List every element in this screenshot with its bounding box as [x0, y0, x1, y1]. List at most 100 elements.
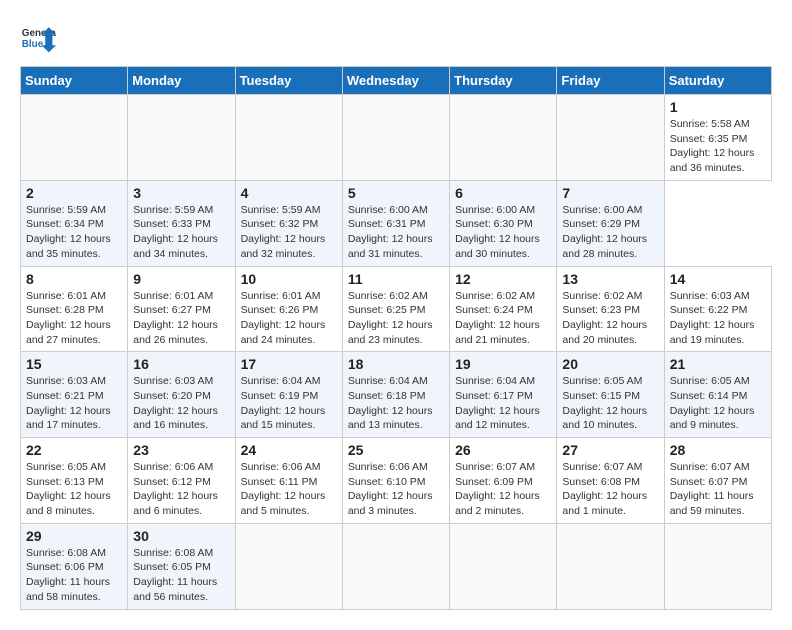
day-detail: Sunrise: 6:06 AMSunset: 6:10 PMDaylight:…	[348, 460, 444, 519]
header-friday: Friday	[557, 67, 664, 95]
day-number: 30	[133, 528, 229, 544]
day-detail: Sunrise: 6:05 AMSunset: 6:14 PMDaylight:…	[670, 374, 766, 433]
day-detail: Sunrise: 6:00 AMSunset: 6:29 PMDaylight:…	[562, 203, 658, 262]
header-thursday: Thursday	[450, 67, 557, 95]
day-cell-29: 29 Sunrise: 6:08 AMSunset: 6:06 PMDayligh…	[21, 523, 128, 609]
day-cell-25: 25Sunrise: 6:06 AMSunset: 6:10 PMDayligh…	[342, 438, 449, 524]
day-detail: Sunrise: 6:04 AMSunset: 6:19 PMDaylight:…	[241, 374, 337, 433]
day-number: 29	[26, 528, 122, 544]
day-detail: Sunrise: 6:03 AMSunset: 6:20 PMDaylight:…	[133, 374, 229, 433]
day-detail: Sunrise: 6:03 AMSunset: 6:22 PMDaylight:…	[670, 289, 766, 348]
empty-cell	[557, 523, 664, 609]
day-cell-5: 5 Sunrise: 6:00 AMSunset: 6:31 PMDaylight…	[342, 180, 449, 266]
day-cell-12: 12 Sunrise: 6:02 AMSunset: 6:24 PMDayligh…	[450, 266, 557, 352]
day-cell-30: 30Sunrise: 6:08 AMSunset: 6:05 PMDayligh…	[128, 523, 235, 609]
empty-cell	[235, 95, 342, 181]
day-number: 27	[562, 442, 658, 458]
day-number: 9	[133, 271, 229, 287]
day-cell-15: 15Sunrise: 6:03 AMSunset: 6:21 PMDayligh…	[21, 352, 128, 438]
day-cell-1: 1 Sunrise: 5:58 AMSunset: 6:35 PMDaylight…	[664, 95, 771, 181]
day-cell-13: 13Sunrise: 6:02 AMSunset: 6:23 PMDayligh…	[557, 266, 664, 352]
day-number: 26	[455, 442, 551, 458]
empty-cell	[450, 95, 557, 181]
day-number: 22	[26, 442, 122, 458]
empty-cell	[450, 523, 557, 609]
day-cell-18: 18 Sunrise: 6:04 AMSunset: 6:18 PMDayligh…	[342, 352, 449, 438]
day-cell-19: 19 Sunrise: 6:04 AMSunset: 6:17 PMDayligh…	[450, 352, 557, 438]
day-number: 1	[670, 99, 766, 115]
day-cell-14: 14 Sunrise: 6:03 AMSunset: 6:22 PMDayligh…	[664, 266, 771, 352]
day-number: 17	[241, 356, 337, 372]
day-cell-16: 16 Sunrise: 6:03 AMSunset: 6:20 PMDayligh…	[128, 352, 235, 438]
day-number: 7	[562, 185, 658, 201]
day-detail: Sunrise: 6:02 AMSunset: 6:25 PMDaylight:…	[348, 289, 444, 348]
day-cell-9: 9 Sunrise: 6:01 AMSunset: 6:27 PMDaylight…	[128, 266, 235, 352]
calendar-row: 1 Sunrise: 5:58 AMSunset: 6:35 PMDaylight…	[21, 95, 772, 181]
header-monday: Monday	[128, 67, 235, 95]
day-number: 4	[241, 185, 337, 201]
day-cell-22: 22 Sunrise: 6:05 AMSunset: 6:13 PMDayligh…	[21, 438, 128, 524]
day-cell-21: 21 Sunrise: 6:05 AMSunset: 6:14 PMDayligh…	[664, 352, 771, 438]
day-detail: Sunrise: 6:04 AMSunset: 6:17 PMDaylight:…	[455, 374, 551, 433]
day-number: 11	[348, 271, 444, 287]
logo: General Blue	[20, 20, 56, 56]
day-cell-6: 6Sunrise: 6:00 AMSunset: 6:30 PMDaylight…	[450, 180, 557, 266]
day-cell-27: 27 Sunrise: 6:07 AMSunset: 6:08 PMDayligh…	[557, 438, 664, 524]
day-number: 16	[133, 356, 229, 372]
day-detail: Sunrise: 6:01 AMSunset: 6:27 PMDaylight:…	[133, 289, 229, 348]
day-detail: Sunrise: 6:04 AMSunset: 6:18 PMDaylight:…	[348, 374, 444, 433]
day-number: 12	[455, 271, 551, 287]
day-detail: Sunrise: 6:06 AMSunset: 6:11 PMDaylight:…	[241, 460, 337, 519]
header-wednesday: Wednesday	[342, 67, 449, 95]
day-cell-4: 4 Sunrise: 5:59 AMSunset: 6:32 PMDaylight…	[235, 180, 342, 266]
day-detail: Sunrise: 6:07 AMSunset: 6:08 PMDaylight:…	[562, 460, 658, 519]
day-detail: Sunrise: 6:07 AMSunset: 6:09 PMDaylight:…	[455, 460, 551, 519]
day-cell-8: 8 Sunrise: 6:01 AMSunset: 6:28 PMDaylight…	[21, 266, 128, 352]
day-detail: Sunrise: 6:05 AMSunset: 6:13 PMDaylight:…	[26, 460, 122, 519]
day-cell-10: 10Sunrise: 6:01 AMSunset: 6:26 PMDayligh…	[235, 266, 342, 352]
day-cell-3: 3 Sunrise: 5:59 AMSunset: 6:33 PMDaylight…	[128, 180, 235, 266]
day-number: 23	[133, 442, 229, 458]
header-row: SundayMondayTuesdayWednesdayThursdayFrid…	[21, 67, 772, 95]
calendar-row: 15Sunrise: 6:03 AMSunset: 6:21 PMDayligh…	[21, 352, 772, 438]
calendar-row: 29 Sunrise: 6:08 AMSunset: 6:06 PMDayligh…	[21, 523, 772, 609]
day-detail: Sunrise: 6:00 AMSunset: 6:31 PMDaylight:…	[348, 203, 444, 262]
day-number: 24	[241, 442, 337, 458]
empty-cell	[21, 95, 128, 181]
day-detail: Sunrise: 6:08 AMSunset: 6:06 PMDaylight:…	[26, 546, 122, 605]
day-detail: Sunrise: 6:05 AMSunset: 6:15 PMDaylight:…	[562, 374, 658, 433]
page-header: General Blue	[20, 20, 772, 56]
day-cell-26: 26 Sunrise: 6:07 AMSunset: 6:09 PMDayligh…	[450, 438, 557, 524]
calendar-row: 2Sunrise: 5:59 AMSunset: 6:34 PMDaylight…	[21, 180, 772, 266]
day-number: 3	[133, 185, 229, 201]
empty-cell	[342, 95, 449, 181]
day-detail: Sunrise: 6:02 AMSunset: 6:24 PMDaylight:…	[455, 289, 551, 348]
calendar-row: 22 Sunrise: 6:05 AMSunset: 6:13 PMDayligh…	[21, 438, 772, 524]
header-saturday: Saturday	[664, 67, 771, 95]
day-detail: Sunrise: 6:06 AMSunset: 6:12 PMDaylight:…	[133, 460, 229, 519]
day-detail: Sunrise: 5:58 AMSunset: 6:35 PMDaylight:…	[670, 117, 766, 176]
day-detail: Sunrise: 5:59 AMSunset: 6:34 PMDaylight:…	[26, 203, 122, 262]
day-cell-28: 28Sunrise: 6:07 AMSunset: 6:07 PMDayligh…	[664, 438, 771, 524]
svg-text:Blue: Blue	[22, 39, 44, 50]
day-detail: Sunrise: 5:59 AMSunset: 6:32 PMDaylight:…	[241, 203, 337, 262]
day-cell-23: 23 Sunrise: 6:06 AMSunset: 6:12 PMDayligh…	[128, 438, 235, 524]
empty-cell	[342, 523, 449, 609]
day-cell-17: 17 Sunrise: 6:04 AMSunset: 6:19 PMDayligh…	[235, 352, 342, 438]
header-tuesday: Tuesday	[235, 67, 342, 95]
day-detail: Sunrise: 6:00 AMSunset: 6:30 PMDaylight:…	[455, 203, 551, 262]
day-detail: Sunrise: 6:01 AMSunset: 6:28 PMDaylight:…	[26, 289, 122, 348]
day-detail: Sunrise: 5:59 AMSunset: 6:33 PMDaylight:…	[133, 203, 229, 262]
day-number: 14	[670, 271, 766, 287]
day-detail: Sunrise: 6:07 AMSunset: 6:07 PMDaylight:…	[670, 460, 766, 519]
empty-cell	[128, 95, 235, 181]
day-number: 18	[348, 356, 444, 372]
logo-icon: General Blue	[20, 20, 56, 56]
day-number: 5	[348, 185, 444, 201]
calendar-row: 8 Sunrise: 6:01 AMSunset: 6:28 PMDaylight…	[21, 266, 772, 352]
day-number: 8	[26, 271, 122, 287]
day-cell-11: 11 Sunrise: 6:02 AMSunset: 6:25 PMDayligh…	[342, 266, 449, 352]
day-number: 19	[455, 356, 551, 372]
day-number: 21	[670, 356, 766, 372]
day-cell-2: 2Sunrise: 5:59 AMSunset: 6:34 PMDaylight…	[21, 180, 128, 266]
